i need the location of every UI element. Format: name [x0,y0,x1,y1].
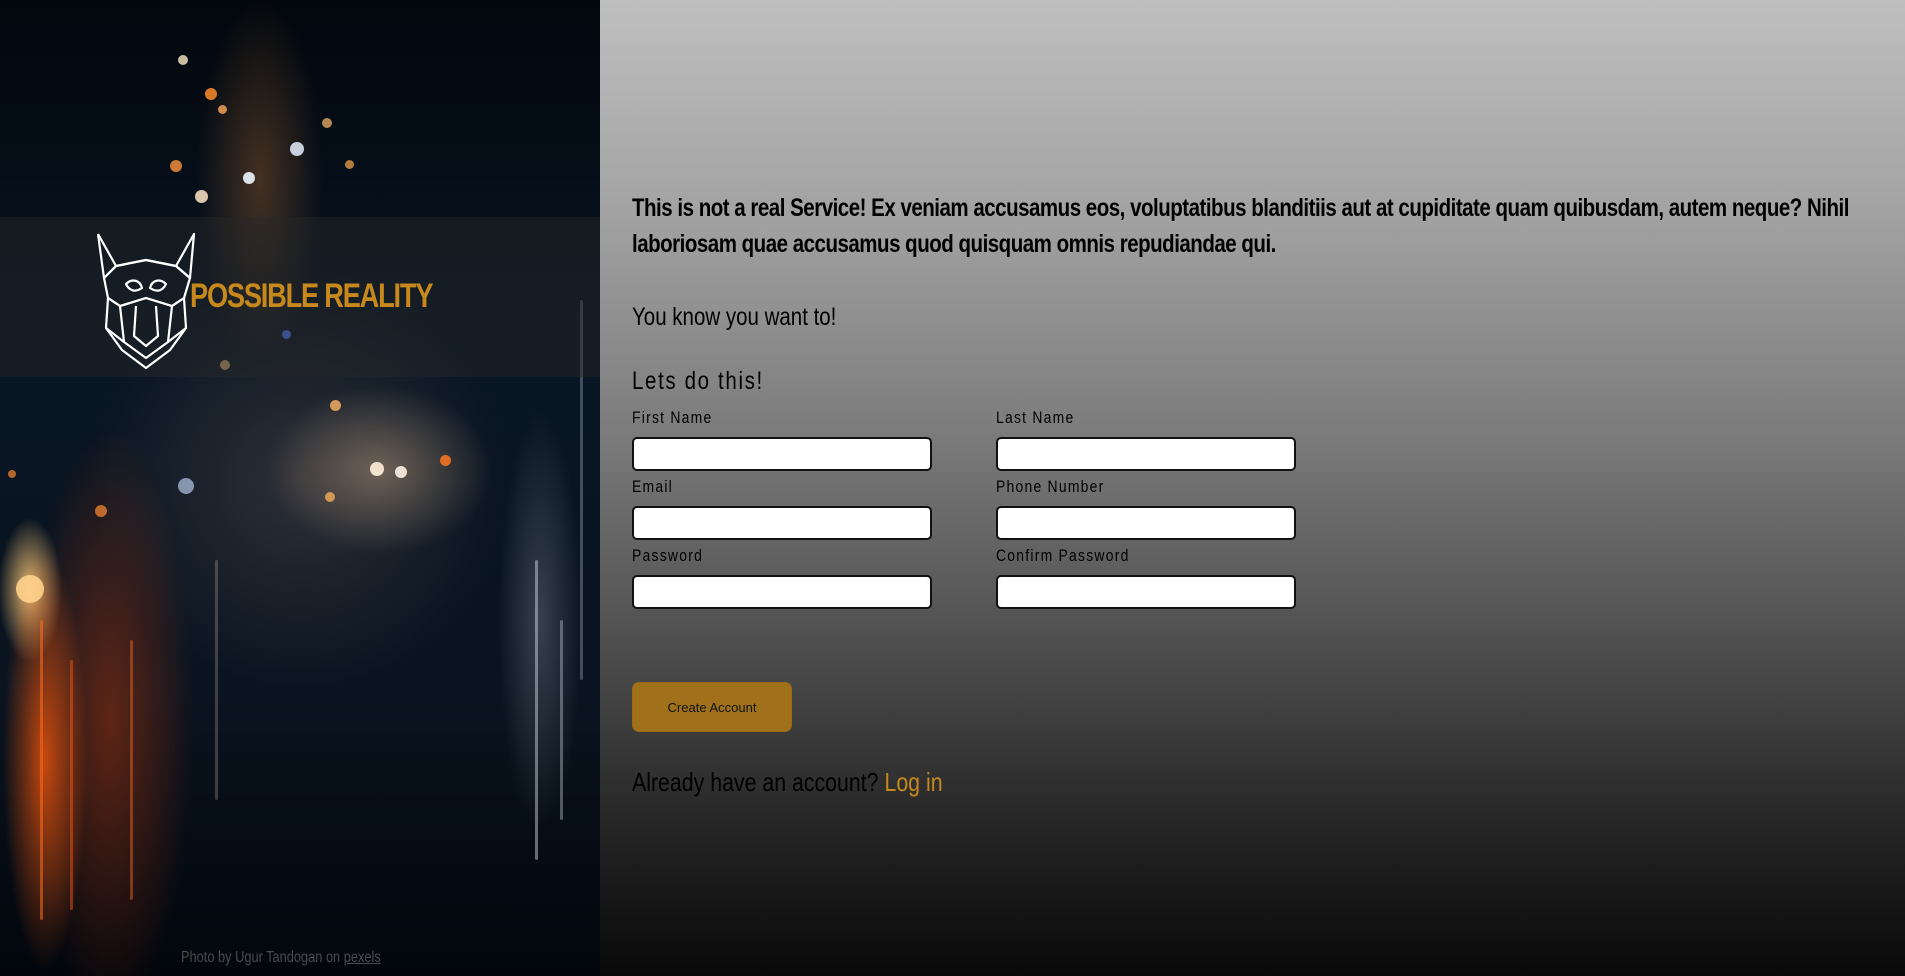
last-name-input[interactable] [996,437,1296,471]
bokeh-light [395,466,407,478]
bokeh-light [16,575,44,603]
bokeh-light [243,172,255,184]
signup-page: POSSIBLE REALITY Photo by Ugur Tandogan … [0,0,1905,976]
brand-name: POSSIBLE REALITY [190,277,433,315]
tagline: You know you want to! [632,303,837,331]
bokeh-light [330,400,341,411]
rain-drip [40,620,43,920]
password-label: Password [632,546,704,565]
form-title: Lets do this! [632,367,764,395]
bokeh-light [370,462,384,476]
bokeh-light [325,492,335,502]
bokeh-light [218,105,227,114]
password-input[interactable] [632,575,932,609]
viking-helmet-icon [96,232,196,370]
intro-text: This is not a real Service! Ex veniam ac… [632,194,1849,258]
bokeh-light [195,190,208,203]
bokeh-light [290,142,304,156]
bokeh-light [170,160,182,172]
email-input[interactable] [632,506,932,540]
bokeh-light [205,88,217,100]
login-link[interactable]: Log in [884,767,942,797]
signup-panel: This is not a real Service! Ex veniam ac… [600,0,1905,976]
photo-credit: Photo by Ugur Tandogan on pexels [181,949,381,967]
bokeh-light [440,455,451,466]
last-name-label: Last Name [996,408,1075,427]
bokeh-light [345,160,354,169]
rain-drip [535,560,538,860]
bokeh-light [95,505,107,517]
bokeh-light [322,118,332,128]
phone-input[interactable] [996,506,1296,540]
rain-drip [130,640,133,900]
confirm-password-label: Confirm Password [996,546,1130,565]
first-name-label: First Name [632,408,713,427]
bokeh-light [178,478,194,494]
hero-image-panel: POSSIBLE REALITY Photo by Ugur Tandogan … [0,0,600,976]
email-label: Email [632,477,674,496]
rain-drip [70,660,73,910]
login-prompt-text: Already have an account? [632,767,879,797]
confirm-password-input[interactable] [996,575,1296,609]
rain-drip [560,620,563,820]
login-prompt-line: Already have an account? Log in [632,767,943,798]
bokeh-light [8,470,16,478]
first-name-input[interactable] [632,437,932,471]
photo-credit-link[interactable]: pexels [344,949,381,966]
phone-label: Phone Number [996,477,1105,496]
create-account-button[interactable]: Create Account [632,682,792,732]
rain-drip [215,560,218,800]
photo-credit-text: Photo by Ugur Tandogan on [181,949,341,966]
bokeh-light [178,55,188,65]
